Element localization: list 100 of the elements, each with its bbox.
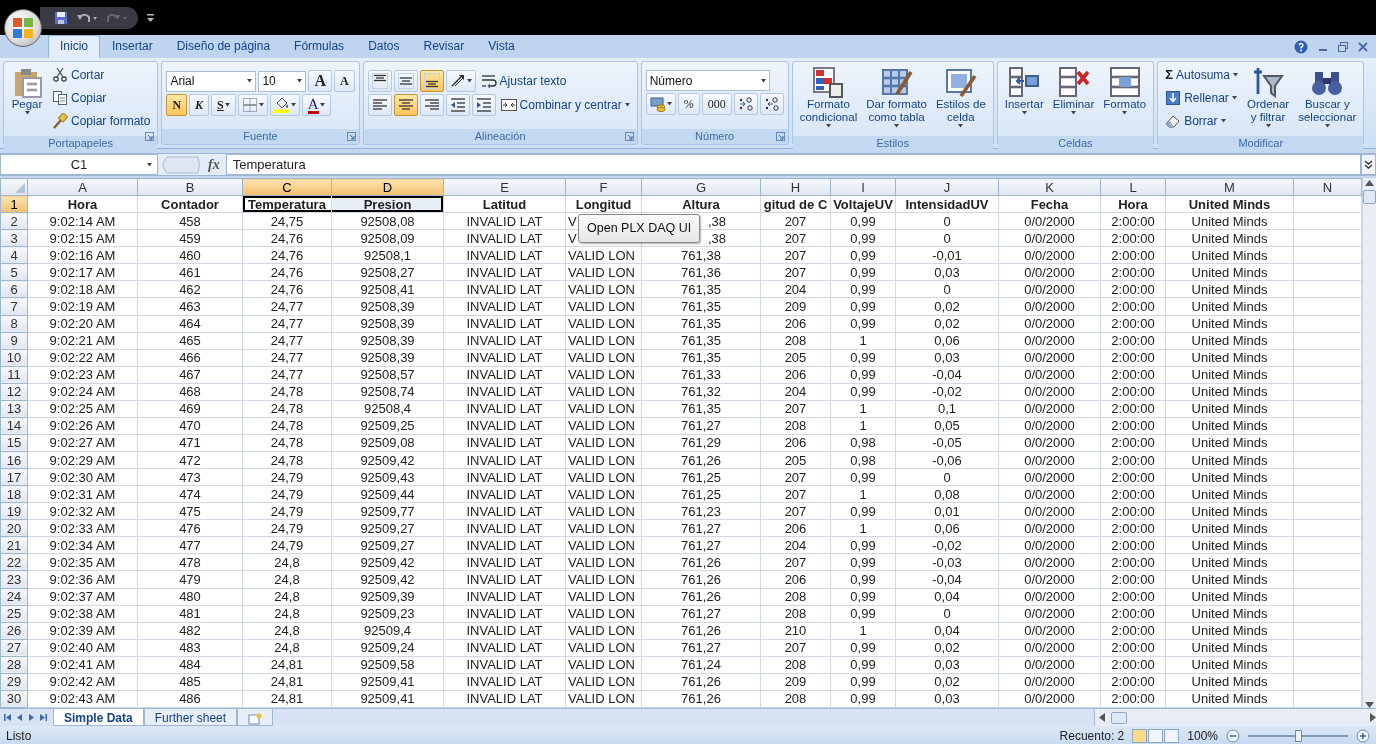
page-break-button[interactable] <box>1164 729 1180 743</box>
sheet-tab[interactable]: Further sheet <box>143 709 238 726</box>
help-icon[interactable] <box>1294 40 1308 54</box>
open-ui-button[interactable]: Open PLX DAQ UI <box>578 214 701 243</box>
ribbon-tab[interactable]: Datos <box>356 35 412 58</box>
toolbar-button[interactable] <box>269 94 300 116</box>
ribbon-tab[interactable]: Vista <box>476 35 527 58</box>
column-header[interactable]: G <box>641 178 761 196</box>
dropdown-field[interactable]: Número <box>645 70 770 91</box>
page-layout-button[interactable] <box>1148 729 1164 743</box>
ribbon-button[interactable]: Combinar y centrar <box>497 94 633 116</box>
next-sheet-icon[interactable] <box>28 713 35 722</box>
dropdown-field[interactable]: 10 <box>258 70 307 92</box>
scrollbar-thumb[interactable] <box>1111 711 1127 724</box>
table-cell: 761,27 <box>641 605 761 623</box>
table-cell: 761,26 <box>641 588 761 606</box>
dialog-launcher-icon[interactable] <box>145 132 155 141</box>
toolbar-button[interactable] <box>445 70 476 92</box>
table-cell <box>1293 536 1362 554</box>
toolbar-button[interactable]: A <box>301 94 331 116</box>
customize-toolbar-icon[interactable] <box>146 12 155 23</box>
restore-icon[interactable] <box>1338 42 1348 52</box>
sheet-tab[interactable]: Simple Data <box>53 709 144 726</box>
scrollbar-thumb[interactable] <box>1363 190 1376 204</box>
office-button[interactable] <box>4 9 42 47</box>
zoom-in-icon[interactable] <box>1356 729 1370 743</box>
scroll-left-icon[interactable] <box>1099 713 1105 722</box>
ribbon-button[interactable]: Σ Autosuma <box>1162 64 1241 85</box>
table-cell: 0/0/2000 <box>998 212 1101 230</box>
ribbon-button[interactable]: Insertar <box>1001 64 1047 134</box>
column-header[interactable]: M <box>1165 178 1294 196</box>
close-icon[interactable] <box>1358 42 1368 52</box>
column-header[interactable]: H <box>760 178 831 196</box>
column-header[interactable]: I <box>830 178 896 196</box>
formula-field[interactable]: Temperatura <box>225 154 1361 175</box>
table-cell: 761,35 <box>641 280 761 298</box>
column-header[interactable]: C <box>242 178 332 196</box>
ribbon-button[interactable]: Ordenar y filtrar <box>1244 64 1293 134</box>
toolbar-button[interactable]: N <box>166 94 188 116</box>
name-box[interactable]: C1 <box>0 154 158 175</box>
toolbar-button[interactable] <box>419 70 444 92</box>
toolbar-button[interactable] <box>367 70 392 92</box>
column-header[interactable]: J <box>895 178 999 196</box>
previous-sheet-icon[interactable] <box>16 713 23 722</box>
column-header[interactable]: K <box>998 178 1101 196</box>
dialog-launcher-icon[interactable] <box>775 132 785 141</box>
dialog-launcher-icon[interactable] <box>624 132 634 141</box>
ribbon-button[interactable]: Formato <box>1100 64 1150 134</box>
ribbon-tab[interactable]: Diseño de página <box>164 35 283 58</box>
toolbar-button[interactable] <box>733 93 758 115</box>
scroll-up-icon[interactable] <box>1365 180 1374 186</box>
table-cell: 2:00:00 <box>1100 519 1166 537</box>
toolbar-button[interactable]: A <box>333 70 355 92</box>
column-header[interactable]: N <box>1293 178 1362 196</box>
table-cell: 24,8 <box>242 588 332 606</box>
ribbon-button[interactable]: Copiar formato <box>49 110 154 131</box>
toolbar-button[interactable]: 000 <box>701 93 732 115</box>
horizontal-scrollbar[interactable] <box>1094 709 1376 726</box>
first-sheet-icon[interactable] <box>4 713 11 722</box>
decrease-indent-icon <box>449 97 466 113</box>
toolbar-button[interactable]: K <box>189 94 210 116</box>
ribbon-tab[interactable]: Insertar <box>100 35 165 58</box>
ribbon-button[interactable]: Pegar <box>8 64 46 134</box>
ribbon-button[interactable]: Cortar <box>49 64 108 85</box>
ribbon-button[interactable]: Copiar <box>49 87 110 108</box>
toolbar-button[interactable]: A <box>308 70 332 92</box>
ribbon-button[interactable]: Eliminar <box>1049 64 1098 134</box>
ribbon-tab[interactable]: Inicio <box>48 35 100 58</box>
column-header[interactable]: L <box>1100 178 1166 196</box>
zoom-out-icon[interactable] <box>1226 729 1240 743</box>
table-cell: INVALID LAT <box>443 622 566 640</box>
ribbon-button[interactable]: Dar formato como tabla <box>863 64 930 134</box>
scroll-right-icon[interactable] <box>1370 713 1376 722</box>
zoom-slider[interactable] <box>1248 729 1348 743</box>
column-header[interactable]: F <box>565 178 642 196</box>
ribbon-button[interactable]: Buscar y seleccionar <box>1295 64 1360 134</box>
dropdown-field[interactable]: Arial <box>166 70 257 92</box>
ribbon-button[interactable]: Formato condicional <box>796 64 861 134</box>
table-cell <box>1293 315 1362 333</box>
expand-button[interactable] <box>1361 154 1376 175</box>
last-sheet-icon[interactable] <box>40 713 47 722</box>
toolbar-button[interactable]: % <box>677 93 700 115</box>
ribbon-button[interactable]: Rellenar <box>1162 87 1240 108</box>
sum-icon: Σ <box>1165 64 1173 85</box>
toolbar-button[interactable]: S <box>211 94 236 116</box>
column-header[interactable]: E <box>443 178 566 196</box>
save-icon[interactable] <box>54 10 68 25</box>
ribbon-tab[interactable]: Fórmulas <box>282 35 357 58</box>
ribbon-button[interactable]: Estilos de celda <box>932 64 989 134</box>
table-cell: Hora <box>1100 195 1166 213</box>
dialog-launcher-icon[interactable] <box>346 132 356 141</box>
ribbon-tab[interactable]: Revisar <box>411 35 477 58</box>
column-header[interactable]: D <box>331 178 444 196</box>
toolbar-button[interactable] <box>759 93 784 115</box>
ribbon-button[interactable]: Ajustar texto <box>477 70 570 92</box>
function-button[interactable]: fx <box>202 154 226 175</box>
vertical-scrollbar[interactable] <box>1362 178 1376 708</box>
ribbon-button[interactable]: Borrar <box>1162 110 1229 131</box>
column-header[interactable]: B <box>137 178 243 196</box>
column-header[interactable]: A <box>27 178 138 196</box>
